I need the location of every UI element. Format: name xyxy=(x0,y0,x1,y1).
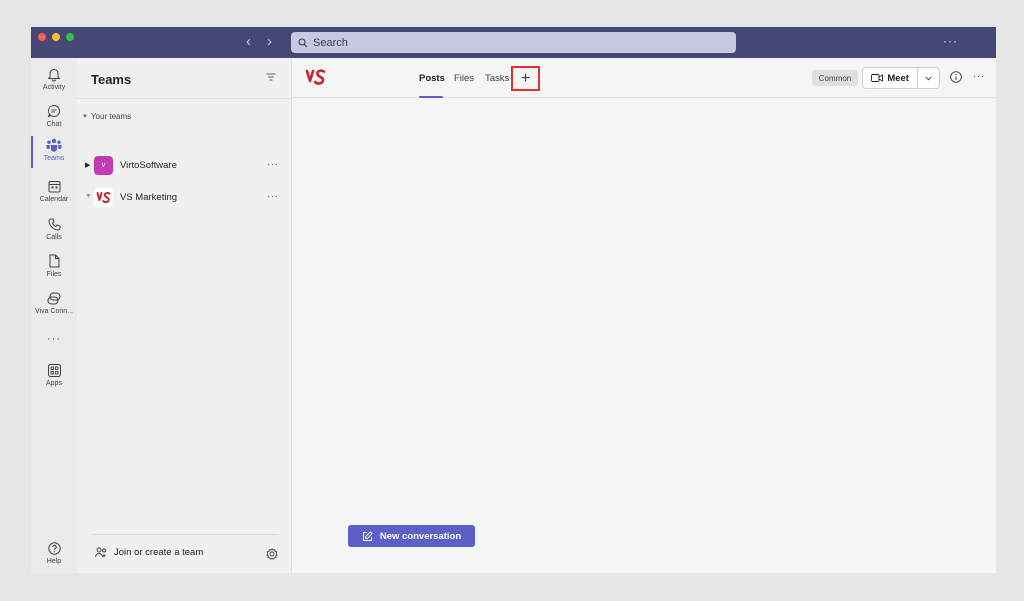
active-indicator xyxy=(31,136,33,168)
active-tab-indicator xyxy=(419,96,443,98)
team-more-icon[interactable]: ··· xyxy=(267,191,279,202)
file-icon xyxy=(49,254,59,268)
back-arrow-icon[interactable]: ‹ xyxy=(246,33,251,51)
search-icon xyxy=(298,37,308,47)
chat-icon xyxy=(47,104,60,118)
caret-down-icon[interactable]: ▼ xyxy=(85,193,92,200)
team-row-vs-marketing[interactable]: ▼ VS Marketing ··· xyxy=(77,186,292,210)
compose-icon xyxy=(362,530,373,541)
new-conversation-label: New conversation xyxy=(379,530,462,542)
app-rail: Activity Chat Teams Calendar Calls Files… xyxy=(31,58,77,573)
teams-icon xyxy=(46,138,62,152)
tab-tasks[interactable]: Tasks xyxy=(485,73,509,84)
channel-name-badge: Common xyxy=(812,70,858,86)
panel-title: Teams xyxy=(91,72,132,87)
maximize-window-button[interactable] xyxy=(66,33,74,41)
chevron-down-icon xyxy=(925,75,932,80)
phone-icon xyxy=(47,218,60,231)
rail-item-calendar[interactable]: Calendar xyxy=(31,177,77,203)
join-or-create-team-button[interactable]: Join or create a team xyxy=(95,547,203,558)
search-input[interactable] xyxy=(313,36,713,49)
meet-dropdown-button[interactable] xyxy=(918,68,939,88)
vs-logo-icon xyxy=(305,69,326,85)
more-options-icon[interactable]: ··· xyxy=(943,34,958,48)
new-conversation-button[interactable]: New conversation xyxy=(348,525,475,547)
channel-main-area: Posts Files Tasks + Common Meet ··· New … xyxy=(292,58,996,573)
vs-logo-icon xyxy=(96,192,110,204)
rail-item-apps[interactable]: Apps xyxy=(31,361,77,387)
title-bar: ‹ › ··· xyxy=(31,27,996,58)
rail-more-apps[interactable]: ··· xyxy=(31,333,77,345)
team-avatar xyxy=(94,188,113,207)
teams-list-panel: Teams ▼ Your teams ▶ V VirtoSoftware ···… xyxy=(77,58,292,573)
minimize-window-button[interactable] xyxy=(52,33,60,41)
rail-label: Help xyxy=(46,558,62,565)
caret-right-icon[interactable]: ▶ xyxy=(85,161,90,169)
meet-label: Meet xyxy=(887,72,909,84)
meet-now-button[interactable]: Meet xyxy=(863,68,919,88)
teams-window: ‹ › ··· Activity Chat Teams Calendar Cal… xyxy=(31,27,996,573)
bell-icon xyxy=(47,68,61,81)
gear-icon[interactable] xyxy=(266,548,278,560)
rail-label: Activity xyxy=(42,84,66,91)
add-tab-button[interactable]: + xyxy=(511,66,540,91)
people-add-icon xyxy=(95,547,106,558)
more-apps-icon: ··· xyxy=(47,333,61,345)
rail-item-chat[interactable]: Chat xyxy=(31,102,77,128)
apps-icon xyxy=(47,363,61,377)
rail-item-files[interactable]: Files xyxy=(31,252,77,278)
team-name: VS Marketing xyxy=(120,192,178,203)
plus-icon: + xyxy=(520,69,531,87)
rail-label: Teams xyxy=(43,155,65,162)
video-camera-icon xyxy=(871,74,884,82)
section-label: Your teams xyxy=(90,112,132,121)
your-teams-header[interactable]: ▼ Your teams xyxy=(82,112,131,121)
tab-files[interactable]: Files xyxy=(454,73,474,84)
rail-label: Calendar xyxy=(39,196,69,203)
rail-item-viva-connections[interactable]: Viva Conn... xyxy=(31,289,77,315)
chevron-down-icon: ▼ xyxy=(82,113,88,120)
team-avatar: V xyxy=(94,156,113,175)
rail-label: Chat xyxy=(46,121,62,128)
avatar-letter: V xyxy=(101,162,106,169)
calendar-icon xyxy=(48,180,60,192)
help-icon xyxy=(47,541,61,555)
team-more-icon[interactable]: ··· xyxy=(267,159,279,170)
meet-button[interactable]: Meet xyxy=(862,67,940,89)
divider xyxy=(77,98,292,99)
rail-item-activity[interactable]: Activity xyxy=(31,65,77,91)
close-window-button[interactable] xyxy=(38,33,46,41)
rail-item-calls[interactable]: Calls xyxy=(31,215,77,241)
tab-posts[interactable]: Posts xyxy=(419,73,445,84)
rail-label: Viva Conn... xyxy=(34,308,73,315)
team-row-virtosoftware[interactable]: ▶ V VirtoSoftware ··· xyxy=(77,154,292,178)
window-controls xyxy=(38,33,74,41)
rail-label: Calls xyxy=(46,234,62,241)
info-icon[interactable] xyxy=(950,71,962,83)
search-bar[interactable] xyxy=(291,32,736,53)
rail-label: Files xyxy=(46,271,62,278)
channel-header: Posts Files Tasks + Common Meet ··· xyxy=(292,58,996,98)
rail-item-help[interactable]: Help xyxy=(31,539,77,565)
join-label: Join or create a team xyxy=(114,547,204,558)
forward-arrow-icon[interactable]: › xyxy=(267,33,272,51)
channel-more-icon[interactable]: ··· xyxy=(973,71,985,82)
divider xyxy=(91,534,279,535)
rail-item-teams[interactable]: Teams xyxy=(31,136,77,168)
rail-label: Apps xyxy=(46,380,62,387)
filter-icon[interactable] xyxy=(266,73,276,81)
team-name: VirtoSoftware xyxy=(120,160,177,171)
viva-connections-icon xyxy=(47,292,61,304)
